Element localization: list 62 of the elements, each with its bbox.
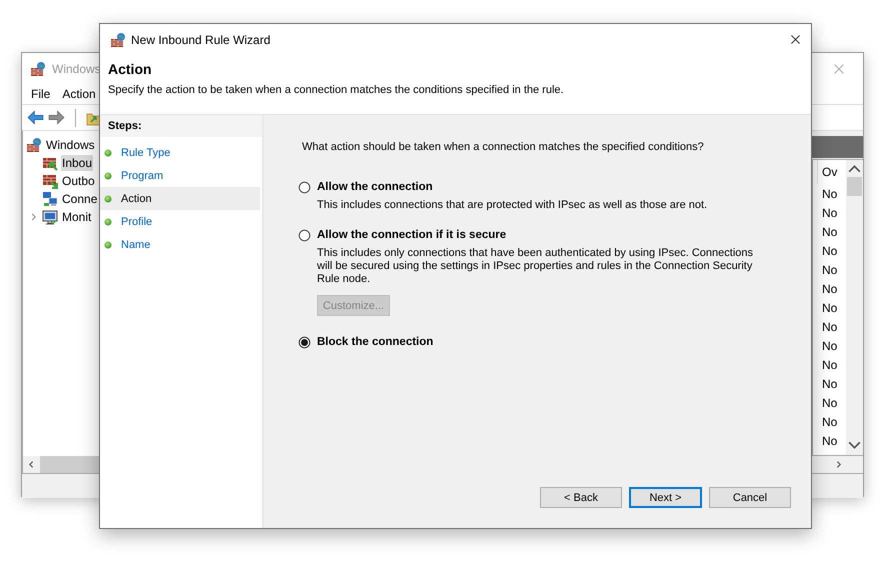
tree-item[interactable]: Outbo — [61, 173, 96, 189]
computers-icon — [42, 191, 58, 207]
option-description: This includes connections that are protected with IPsec as well as those are not. — [317, 199, 708, 212]
option-label[interactable]: Allow the connection — [317, 180, 757, 194]
table-cell-text: No — [821, 356, 838, 374]
table-cell-text: No — [821, 318, 838, 336]
table-cell-text: No — [821, 338, 838, 354]
firewall-icon — [30, 60, 46, 76]
menu-item[interactable]: Action — [62, 87, 96, 101]
bullet-icon — [104, 148, 112, 156]
step-item[interactable]: Program — [100, 164, 260, 187]
question-text: What action should be taken when a connection matches the specified conditions? — [302, 141, 705, 153]
scrollbar-thumb[interactable] — [847, 177, 862, 196]
scroll-left-icon[interactable] — [27, 460, 36, 469]
dialog-button[interactable]: < Back — [540, 487, 622, 508]
option-description: This includes only connections that have been authenticated by using IPsec. Connections will be secured using the settings in IPsec properties and rules in the Connection Security Rule node. — [317, 247, 754, 286]
brick-wall-arrow-icon — [42, 155, 58, 171]
steps-title: Steps: — [100, 115, 262, 137]
scrollbar-thumb[interactable] — [40, 456, 100, 473]
page-heading: Action — [108, 61, 152, 77]
radio-button[interactable] — [298, 229, 311, 242]
step-item[interactable]: Profile — [100, 210, 260, 233]
tree-item[interactable]: Windows — [45, 137, 96, 153]
forward-arrow-icon[interactable] — [48, 109, 65, 126]
radio-button[interactable] — [298, 181, 311, 194]
step-item[interactable]: Name — [100, 233, 260, 256]
firewall-icon — [26, 137, 42, 153]
tree-item[interactable]: Conne — [61, 191, 98, 207]
tree-item[interactable]: Monit — [61, 209, 92, 225]
table-cell-text: No — [821, 186, 838, 202]
bullet-icon — [104, 194, 112, 202]
option-label[interactable]: Allow the connection if it is secure — [317, 228, 757, 242]
firewall-icon — [110, 32, 126, 48]
table-cell-text: No — [821, 394, 838, 412]
menu-item[interactable]: File — [31, 87, 50, 101]
option-label[interactable]: Block the connection — [317, 335, 757, 349]
table-cell-text: No — [821, 300, 838, 316]
bullet-icon — [104, 218, 112, 226]
page-description: Specify the action to be taken when a connection matches the conditions specified in the rule. — [108, 84, 565, 96]
table-cell-text: No — [821, 280, 838, 298]
table-cell-text: No — [821, 432, 838, 450]
step-item[interactable]: Action — [100, 187, 260, 210]
step-item[interactable]: Rule Type — [100, 141, 260, 164]
bullet-icon — [104, 240, 112, 248]
scroll-right-icon[interactable] — [834, 460, 843, 469]
table-cell-text: No — [821, 262, 838, 278]
table-cell-text: No — [821, 204, 838, 222]
dialog-button[interactable]: Cancel — [709, 487, 791, 508]
radio-button[interactable] — [298, 336, 311, 349]
brick-wall-arrow-icon — [42, 173, 58, 189]
bullet-icon — [104, 172, 112, 180]
back-arrow-icon[interactable] — [27, 109, 44, 126]
table-cell-text: No — [821, 242, 838, 260]
close-icon[interactable] — [789, 33, 802, 46]
monitor-icon — [42, 209, 58, 225]
tree-item[interactable]: Inbou — [61, 155, 94, 171]
table-cell-text: No — [821, 414, 838, 430]
window-title: Windows — [52, 62, 101, 76]
table-cell-text: No — [821, 224, 838, 240]
table-cell-text: No — [821, 376, 838, 392]
window-title: New Inbound Rule Wizard — [131, 32, 270, 46]
dialog-button[interactable]: Next > — [629, 487, 702, 508]
